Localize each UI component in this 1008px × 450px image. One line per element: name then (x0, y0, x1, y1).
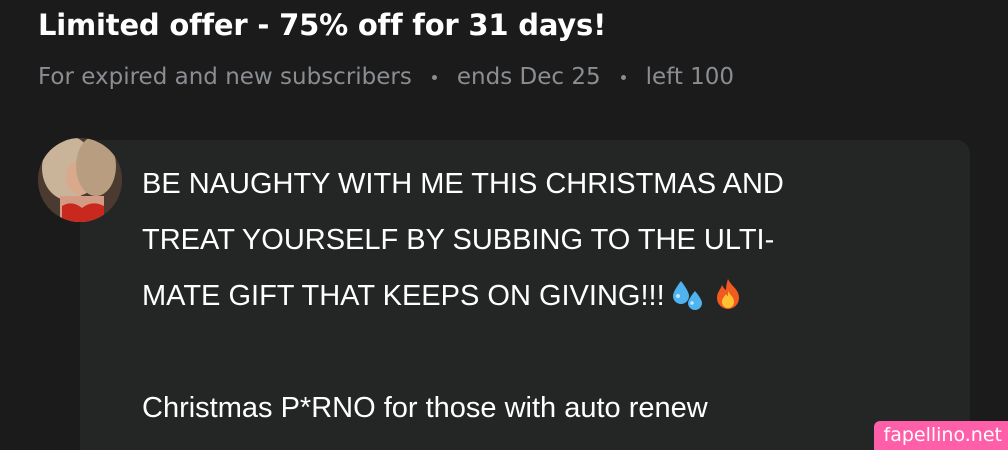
offer-title: Limited offer - 75% off for 31 days! (38, 8, 607, 42)
avatar-image (38, 138, 122, 222)
offer-ends: ends Dec 25 (456, 64, 601, 90)
post-line: Christmas P*RNO for those with auto rene… (142, 392, 708, 424)
post-line: TREAT YOURSELF BY SUBBING TO THE ULTI- (142, 224, 775, 256)
post-line-with-emojis: MATE GIFT THAT KEEPS ON GIVING!!! (142, 268, 942, 324)
post-blank-line (142, 324, 942, 380)
post-line: BE NAUGHTY WITH ME THIS CHRISTMAS AND (142, 168, 784, 200)
page: Limited offer - 75% off for 31 days! For… (0, 0, 1008, 450)
fire-icon (711, 277, 745, 311)
offer-meta: For expired and new subscribers ends Dec… (38, 64, 734, 90)
offer-audience: For expired and new subscribers (38, 64, 412, 90)
watermark: fapellino.net (873, 421, 1008, 450)
separator-dot (431, 74, 437, 80)
avatar[interactable] (38, 138, 122, 222)
separator-dot (620, 74, 626, 80)
offer-remaining: left 100 (645, 64, 735, 90)
post-message: BE NAUGHTY WITH ME THIS CHRISTMAS AND TR… (142, 156, 942, 436)
sweat-droplets-icon (671, 277, 705, 311)
post-line-text: MATE GIFT THAT KEEPS ON GIVING!!! (142, 280, 665, 312)
